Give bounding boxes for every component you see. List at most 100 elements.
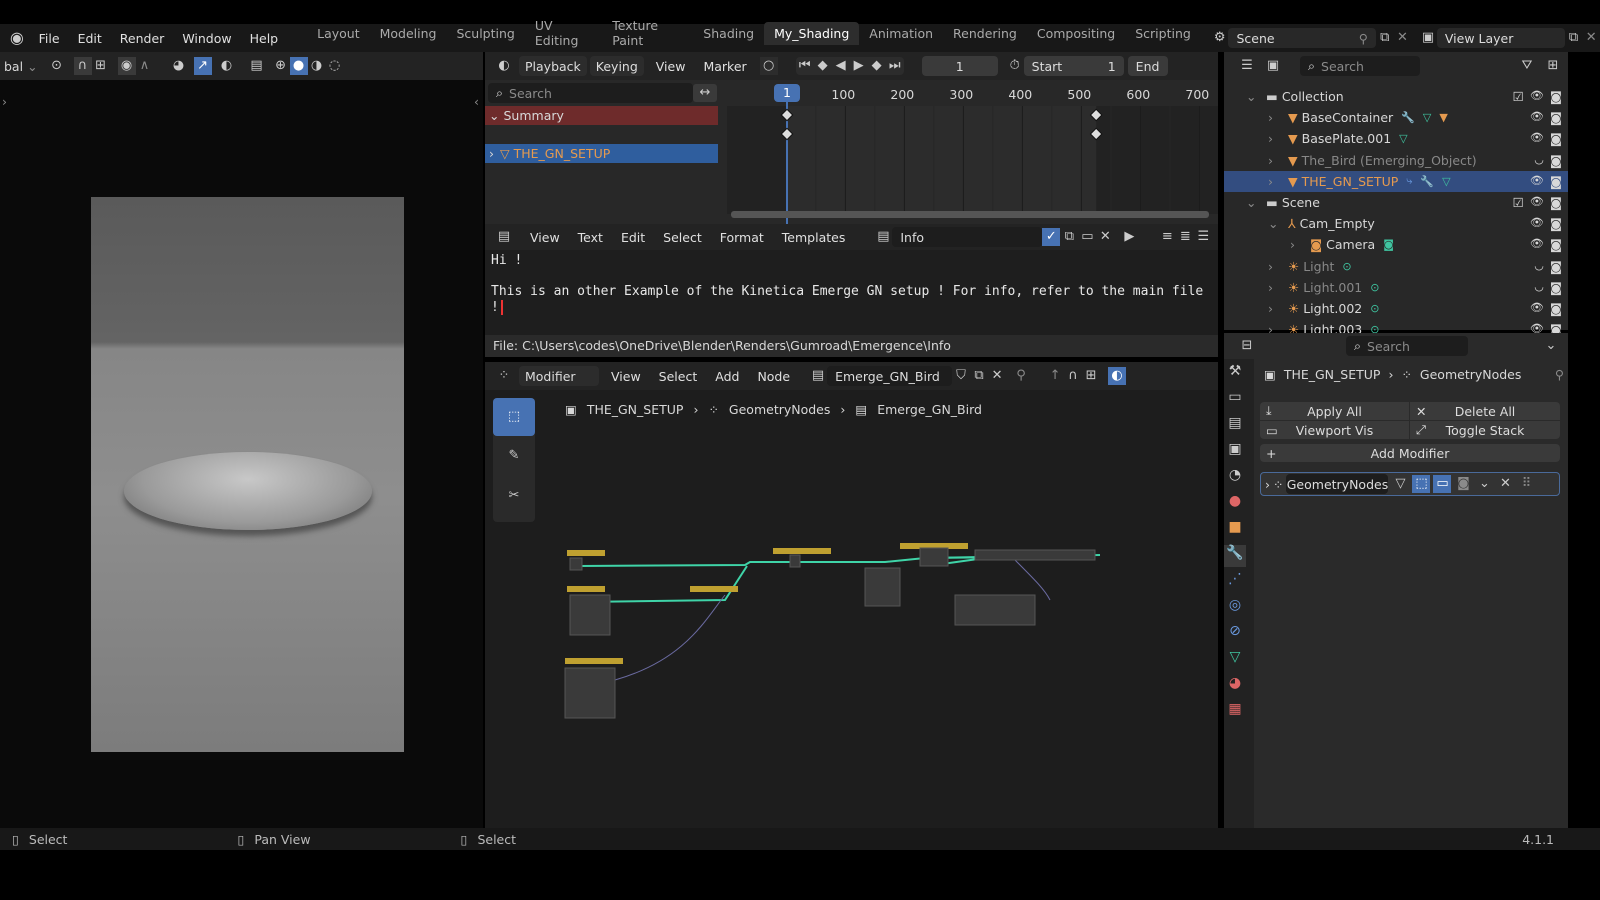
data-tab-icon[interactable]: ▽ <box>1224 649 1246 671</box>
expand-icon[interactable]: › <box>1265 477 1270 492</box>
delete-all-button[interactable]: ✕Delete All <box>1410 402 1560 420</box>
toggle-stack-button[interactable]: ⤢Toggle Stack <box>1410 421 1560 439</box>
playback-menu[interactable]: Playback <box>519 56 587 76</box>
tab-shading[interactable]: Shading <box>693 22 764 45</box>
render-camera-icon[interactable]: ◙ <box>1550 89 1562 104</box>
outliner-item[interactable]: ⌄▬Scene☑👁◙ <box>1224 192 1568 213</box>
render-tab-icon[interactable]: ▭ <box>1224 389 1246 411</box>
material-tab-icon[interactable]: ◕ <box>1224 675 1246 697</box>
new-scene-icon[interactable]: ⧉ <box>1376 29 1394 47</box>
view-layer-field[interactable]: View Layer <box>1437 28 1565 48</box>
start-frame-field[interactable]: Start1 <box>1024 56 1124 76</box>
menu-edit[interactable]: Edit <box>69 31 111 46</box>
blender-logo-icon[interactable]: ◉ <box>8 29 26 47</box>
collapse-icon[interactable]: ⌄ <box>489 108 499 123</box>
add-modifier-button[interactable]: +Add Modifier <box>1260 444 1560 462</box>
tab-modeling[interactable]: Modeling <box>370 22 447 45</box>
display-mode-icon[interactable]: ☰ <box>1238 57 1256 75</box>
wireframe-shading-icon[interactable]: ⊕ <box>272 57 290 75</box>
data-icon[interactable]: ⊙ <box>1370 281 1379 294</box>
jump-end-icon[interactable]: ⏭ <box>886 57 904 75</box>
object-tab-icon[interactable]: ■ <box>1224 519 1246 541</box>
editor-type-icon[interactable]: ⁘ <box>495 367 513 385</box>
data-icon[interactable]: ◙ <box>1383 238 1394 251</box>
menu-render[interactable]: Render <box>111 31 174 46</box>
exclude-checkbox[interactable]: ☑ <box>1513 195 1524 210</box>
horizontal-scrollbar[interactable] <box>731 211 1209 218</box>
render-display-icon[interactable]: ◙ <box>1454 475 1472 493</box>
material-shading-icon[interactable]: ◑ <box>308 57 326 75</box>
outliner-item[interactable]: ›☀Light.002⊙👁◙ <box>1224 298 1568 319</box>
overlay-icon[interactable]: ◐ <box>218 57 236 75</box>
keying-menu[interactable]: Keying <box>590 56 644 76</box>
word-wrap-icon[interactable]: ≣ <box>1176 228 1194 246</box>
pin-icon[interactable]: ⚲ <box>1555 367 1564 382</box>
new-text-icon[interactable]: ⧉ <box>1060 228 1078 246</box>
pin-icon[interactable]: ⚲ <box>1012 367 1030 385</box>
tool-tab-icon[interactable]: ⚒ <box>1224 363 1246 385</box>
tab-animation[interactable]: Animation <box>859 22 943 45</box>
render-camera-icon[interactable]: ◙ <box>1550 216 1562 231</box>
eye-icon[interactable]: 👁 <box>1530 89 1544 104</box>
next-keyframe-icon[interactable]: ◆ <box>868 57 886 75</box>
open-text-icon[interactable]: ▭ <box>1078 228 1096 246</box>
eye-icon[interactable]: 👁 <box>1530 174 1544 189</box>
particles-tab-icon[interactable]: ⋰ <box>1224 571 1246 593</box>
prev-keyframe-icon[interactable]: ◆ <box>814 57 832 75</box>
disclosure-icon[interactable]: ⌄ <box>1268 216 1282 231</box>
sidebar-expand-icon[interactable]: ‹ <box>474 94 479 109</box>
syntax-icon[interactable]: ☰ <box>1194 228 1212 246</box>
data-icon[interactable]: ⊙ <box>1342 260 1351 273</box>
disclosure-icon[interactable]: › <box>1268 153 1282 168</box>
eye-closed-icon[interactable]: ◡ <box>1534 153 1544 168</box>
disclosure-icon[interactable]: › <box>1268 259 1282 274</box>
disclosure-icon[interactable]: › <box>1268 131 1282 146</box>
render-camera-icon[interactable]: ◙ <box>1550 280 1562 295</box>
view-menu[interactable]: View <box>647 59 695 74</box>
disclosure-icon[interactable]: › <box>1290 237 1304 252</box>
proportional-edit-icon[interactable]: ◉ <box>118 57 136 75</box>
apply-all-button[interactable]: ⤓Apply All <box>1260 402 1409 420</box>
eye-icon[interactable]: 👁 <box>1530 131 1544 146</box>
pin-icon[interactable]: ⚲ <box>1359 31 1368 46</box>
menu-templates[interactable]: Templates <box>773 230 855 245</box>
outliner-item[interactable]: ›▼BaseContainer🔧▽▼👁◙ <box>1224 107 1568 128</box>
end-frame-field[interactable]: End <box>1128 56 1168 76</box>
menu-view[interactable]: View <box>521 230 569 245</box>
render-camera-icon[interactable]: ◙ <box>1550 174 1562 189</box>
render-camera-icon[interactable]: ◙ <box>1550 131 1562 146</box>
eye-icon[interactable]: 👁 <box>1530 237 1544 252</box>
snap-icon[interactable]: ∩ <box>1064 367 1082 385</box>
eye-closed-icon[interactable]: ◡ <box>1534 280 1544 295</box>
menu-node[interactable]: Node <box>748 369 799 384</box>
tab-compositing[interactable]: Compositing <box>1027 22 1125 45</box>
edit-mode-icon[interactable]: ▽ <box>1391 475 1409 493</box>
outliner-item[interactable]: ›▼BasePlate.001▽👁◙ <box>1224 128 1568 149</box>
fake-user-icon[interactable]: ✓ <box>1042 228 1060 246</box>
keyframe-area[interactable]: 100200300400500600700 1 <box>727 80 1218 224</box>
eye-icon[interactable]: 👁 <box>1530 216 1544 231</box>
tab-scripting[interactable]: Scripting <box>1125 22 1201 45</box>
texture-tab-icon[interactable]: ▦ <box>1224 701 1246 723</box>
pivot-icon[interactable]: ⊙ <box>48 57 66 75</box>
outliner-search[interactable]: ⌕Search <box>1300 56 1420 76</box>
outliner-item[interactable]: ›▼THE_GN_SETUP⤷🔧▽👁◙ <box>1224 171 1568 192</box>
dropdown-icon[interactable]: ⌄ <box>1475 475 1493 493</box>
eye-closed-icon[interactable]: ◡ <box>1534 259 1544 274</box>
exclude-checkbox[interactable]: ☑ <box>1513 89 1524 104</box>
parent-node-tree-icon[interactable]: ↑ <box>1046 367 1064 385</box>
delete-scene-icon[interactable]: ✕ <box>1394 29 1412 47</box>
text-content[interactable]: Hi ! This is an other Example of the Kin… <box>485 250 1218 318</box>
menu-window[interactable]: Window <box>173 31 240 46</box>
outliner-item[interactable]: ›◙Camera◙👁◙ <box>1224 234 1568 255</box>
stopwatch-icon[interactable]: ⏱ <box>1006 57 1024 75</box>
menu-file[interactable]: File <box>30 31 69 46</box>
menu-format[interactable]: Format <box>711 230 773 245</box>
render-camera-icon[interactable]: ◙ <box>1550 301 1562 316</box>
current-frame-field[interactable]: 1 <box>922 56 998 76</box>
jump-start-icon[interactable]: ⏮ <box>796 57 814 75</box>
menu-edit[interactable]: Edit <box>612 230 654 245</box>
transform-orientation[interactable]: bal <box>0 59 27 74</box>
expand-icon[interactable]: › <box>489 146 494 161</box>
3d-viewport[interactable]: › ‹ <box>0 80 483 828</box>
